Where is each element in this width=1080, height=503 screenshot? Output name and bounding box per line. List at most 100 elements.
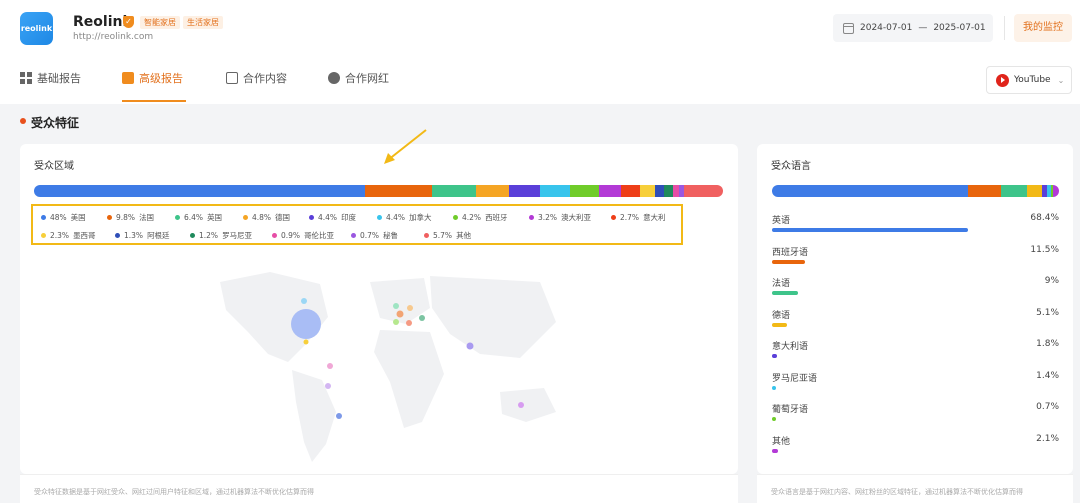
legend-dot [41,233,46,238]
language-name: 罗马尼亚语 [772,373,818,384]
language-name: 其他 [772,436,791,447]
australia-shape [500,388,556,422]
date-separator: — [918,23,928,33]
region-footnote-bar: 受众特征数据是基于网红受众、网红过间用户特征和区域，通过机器算法不断优化估算而得 [20,474,738,503]
region-bar-segment[interactable] [476,185,510,197]
legend-label: 意大利 [643,213,666,222]
tab-label: 合作网红 [345,72,389,85]
region-bar-segment[interactable] [570,185,599,197]
legend-pct: 48% [50,213,67,222]
bubble-argentina [336,413,342,419]
legend-dot [424,233,429,238]
bubble-germany [407,305,413,311]
language-row: 罗马尼亚语 1.4% [772,371,1059,401]
language-pct: 5.1% [1036,307,1059,318]
region-bar-segment[interactable] [621,185,640,197]
date-range-picker[interactable]: 2024-07-01 — 2025-07-01 [833,14,993,42]
region-bar-segment[interactable] [364,185,433,197]
language-bar-segment[interactable] [1027,185,1042,197]
legend-pct: 2.3% [50,231,70,240]
legend-pct: 4.4% [386,213,406,222]
legend-label: 哥伦比亚 [304,231,335,240]
bubble-usa [291,309,321,339]
region-bar-segment[interactable] [655,185,665,197]
platform-select[interactable]: YouTube ⌄ [986,66,1072,94]
legend-dot [529,215,534,220]
language-progress-bar [772,385,777,390]
legend-item: 48% 美国 [41,212,86,223]
bubble-uk [393,303,399,309]
tab-label: 合作内容 [243,72,287,85]
language-bar-segment[interactable] [772,185,969,197]
chevron-down-icon: ⌄ [1057,75,1065,85]
language-progress-bar [772,322,787,327]
legend-item: 6.4% 英国 [175,212,222,223]
tab-advanced-report[interactable]: 高级报告 [122,70,183,86]
asia-shape [430,276,556,358]
bubble-france [396,310,404,318]
my-monitor-button[interactable]: 我的监控 [1014,14,1072,42]
bubble-colombia [327,363,333,369]
legend-pct: 2.7% [620,213,640,222]
language-row: 其他 2.1% [772,434,1059,464]
audience-language-card: 受众语言 英语 68.4% 西班牙语 11.5% 法语 9% 德语 5.1% 意大利语 1.8% 罗… [757,144,1073,474]
brand-url[interactable]: http://reolink.com [73,32,153,42]
brand-logo-text: reolink [20,24,53,33]
language-row: 西班牙语 11.5% [772,245,1059,275]
region-bar-segment[interactable] [598,185,621,197]
tab-basic-report[interactable]: 基础报告 [20,70,81,86]
legend-label: 美国 [70,213,86,222]
report-icon [122,72,134,84]
region-bar-segment[interactable] [509,185,540,197]
language-pct: 68.4% [1030,213,1059,223]
section-title: 受众特征 [31,116,80,130]
region-bar-segment[interactable] [34,185,365,197]
legend-dot [611,215,616,220]
region-bar-segment[interactable] [432,185,477,197]
tab-collab-influencers[interactable]: 合作网红 [328,70,389,86]
language-bar-segment[interactable] [1001,185,1028,197]
region-bar-segment[interactable] [664,185,673,197]
tab-label: 基础报告 [37,72,81,85]
legend-label: 澳大利亚 [561,213,592,222]
language-pct: 11.5% [1030,244,1059,255]
region-bar-segment[interactable] [539,185,571,197]
language-name: 葡萄牙语 [772,405,809,415]
date-end: 2025-07-01 [933,23,986,33]
video-content-icon [226,72,238,84]
legend-item: 4.8% 德国 [243,212,290,223]
grid-icon [20,72,32,84]
divider [1004,16,1005,40]
region-footnote: 受众特征数据是基于网红受众、网红过间用户特征和区域，通过机器算法不断优化估算而得 [34,488,314,496]
arrow-annotation-icon [384,129,427,164]
world-map [220,272,556,462]
legend-label: 西班牙 [485,213,508,222]
language-pct: 1.4% [1036,370,1059,381]
africa-shape [374,330,444,428]
card-title: 受众语言 [771,161,811,172]
bubble-australia [518,402,524,408]
region-bar-segment[interactable] [683,185,723,197]
language-pct: 1.8% [1036,339,1059,349]
language-bar-segment[interactable] [1052,185,1059,197]
youtube-icon [996,73,1009,87]
bubble-mexico [303,339,309,345]
legend-pct: 3.2% [538,213,558,222]
legend-pct: 1.2% [199,231,219,240]
calendar-icon [843,22,854,34]
brand-tag: 生活家居 [183,16,223,29]
region-bar-segment[interactable] [639,185,656,197]
tab-collab-content[interactable]: 合作内容 [226,70,287,86]
legend-pct: 9.8% [116,213,136,222]
language-bar-segment[interactable] [968,185,1002,197]
language-name: 英语 [772,216,791,226]
bubble-peru [325,383,331,389]
language-stacked-bar [772,185,1059,197]
legend-dot [351,233,356,238]
language-row: 德语 5.1% [772,308,1059,338]
active-tab-indicator [122,100,186,102]
legend-label: 法国 [139,213,155,222]
legend-pct: 5.7% [433,231,453,240]
language-footnote: 受众语言是基于网红内容、网红粉丝的区域特征，通过机器算法不断优化估算而得 [771,488,1023,496]
legend-dot [309,215,314,220]
